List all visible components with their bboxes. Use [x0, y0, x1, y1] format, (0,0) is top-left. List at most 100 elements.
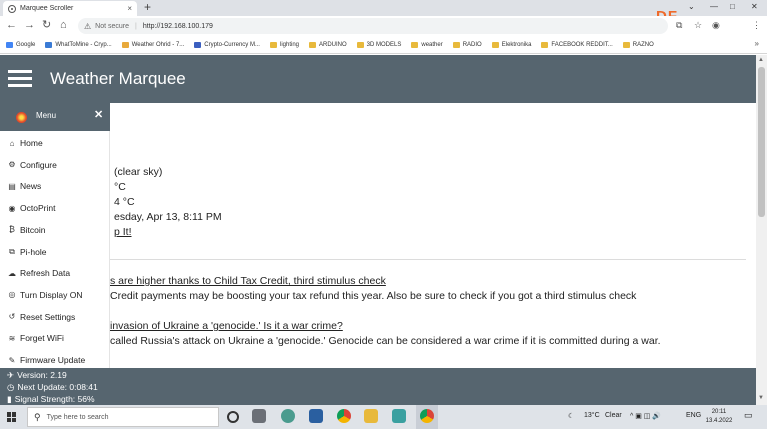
bookmarks-bar: Google WhatToMine - Cryp... Weather Ohrid …	[0, 36, 767, 54]
menu-item-forget-wifi[interactable]: ≋ Forget WiFi	[7, 333, 64, 343]
page-scrollbar[interactable]: ▲ ▼	[756, 55, 767, 405]
tab-search-icon[interactable]: ⌄	[688, 0, 695, 14]
bookmark-label: weather	[421, 41, 443, 48]
page-title: Weather Marquee	[50, 69, 186, 88]
app-icon-1[interactable]	[281, 409, 295, 423]
taskbar-clock[interactable]: 20:11 13.4.2022	[704, 408, 734, 426]
news-headline-2[interactable]: invasion of Ukraine a 'genocide.' Is it …	[110, 320, 343, 332]
taskbar-search-box[interactable]: ⚲ Type here to search	[27, 407, 219, 427]
bookmark-label: lighting	[279, 41, 299, 48]
bookmark-item[interactable]: FACEBOOK REDDIT...	[541, 41, 613, 48]
minimize-button[interactable]: —	[710, 0, 718, 14]
bookmark-item[interactable]: RAZNO	[622, 41, 654, 48]
bookmark-item[interactable]: lighting	[269, 41, 299, 48]
status-footer: ✈ Version: 2.19 ◷ Next Update: 0:08:41 ▮ Si…	[0, 368, 756, 405]
menu-item-firmware-update[interactable]: ✎ Firmware Update	[7, 355, 86, 365]
bookmark-label: RAZNO	[632, 41, 654, 48]
menu-item-turn-display-on[interactable]: ◎ Turn Display ON	[7, 290, 83, 300]
menu-item-pi-hole[interactable]: ⧉ Pi-hole	[7, 247, 46, 257]
bookmark-item[interactable]: RADIO	[452, 41, 482, 48]
system-tray-icons[interactable]: ^ ▣ ◫ 🔊	[630, 412, 661, 420]
cortana-icon[interactable]	[227, 411, 239, 423]
bookmark-item[interactable]: Google	[6, 41, 35, 48]
moon-weather-icon[interactable]: ☾	[568, 412, 574, 420]
menu-item-news[interactable]: ▤ News	[7, 181, 41, 191]
folder-icon	[269, 41, 277, 48]
menu-label: Menu	[36, 111, 57, 120]
bookmark-item[interactable]: 3D MODELS	[356, 41, 402, 48]
chrome-icon[interactable]	[337, 409, 351, 423]
folder-icon	[452, 41, 460, 48]
news-headline-1[interactable]: s are higher thanks to Child Tax Credit,…	[110, 275, 386, 287]
clock-time: 20:11	[711, 409, 727, 415]
menu-item-label: Firmware Update	[20, 355, 86, 365]
new-tab-button[interactable]: +	[144, 0, 151, 15]
menu-item-home[interactable]: ⌂ Home	[7, 138, 43, 148]
extensions-icon[interactable]: ⧉	[676, 20, 682, 31]
menu-item-octoprint[interactable]: ◉ OctoPrint	[7, 203, 56, 213]
close-menu-icon[interactable]: ✕	[94, 108, 103, 121]
bookmark-item[interactable]: Elektronika	[491, 41, 531, 48]
app-icon-2[interactable]	[309, 409, 323, 423]
reload-button[interactable]: ↻	[42, 19, 51, 32]
scroll-thumb[interactable]	[758, 67, 765, 217]
chrome-active-icon[interactable]	[420, 409, 434, 423]
bookmarks-overflow-icon[interactable]: »	[755, 39, 759, 48]
news-summary-1: Credit payments may be boosting your tax…	[110, 290, 637, 302]
bookmark-item[interactable]: Weather Ohrid - 7...	[121, 41, 184, 48]
notification-icon[interactable]: ▭	[744, 410, 753, 421]
rocket-icon: ✈	[7, 370, 15, 380]
folder-icon	[541, 41, 549, 48]
home-button[interactable]: ⌂	[60, 19, 67, 32]
tab-favicon-icon	[8, 4, 16, 13]
warning-icon[interactable]: ⚠	[84, 22, 91, 31]
app-icon-3[interactable]	[392, 409, 406, 423]
menu-item-label: Home	[20, 138, 43, 148]
menu-item-reset-settings[interactable]: ↺ Reset Settings	[7, 312, 76, 322]
menu-item-configure[interactable]: ⚙ Configure	[7, 160, 56, 170]
tab-title: Marquee Scroller	[20, 5, 74, 12]
hamburger-menu-icon[interactable]	[8, 70, 32, 88]
url-text[interactable]: http://192.168.100.179	[143, 23, 213, 30]
bookmark-label: 3D MODELS	[366, 41, 402, 48]
weather-description: (clear sky)	[114, 166, 163, 178]
windows-taskbar: ⚲ Type here to search ☾ 13°C Clear ^ ▣ ◫…	[0, 405, 767, 429]
windows-start-icon[interactable]	[7, 412, 17, 422]
profile-icon[interactable]: ◉	[712, 20, 720, 31]
back-button[interactable]: ←	[6, 19, 17, 32]
forward-button[interactable]: →	[24, 19, 35, 32]
bookmark-star-icon[interactable]: ☆	[694, 20, 702, 31]
maximize-button[interactable]: □	[730, 0, 735, 14]
security-label[interactable]: Not secure	[95, 23, 129, 30]
file-explorer-icon[interactable]	[364, 409, 378, 423]
scroll-down-icon[interactable]: ▼	[758, 395, 764, 401]
menu-item-label: Turn Display ON	[20, 289, 83, 300]
content-divider	[110, 259, 746, 260]
bookmark-item[interactable]: Crypto-Currency M...	[194, 41, 260, 48]
search-icon: ⚲	[34, 411, 41, 422]
language-indicator[interactable]: ENG	[686, 412, 701, 419]
bookmark-item[interactable]: weather	[411, 41, 443, 48]
bookmark-item[interactable]: ARDUINO	[309, 41, 347, 48]
bitcoin-icon: ₿	[9, 225, 15, 235]
pi-hole-icon: ⧉	[9, 246, 15, 256]
address-bar[interactable]: ⚠ Not secure | http://192.168.100.179	[78, 18, 668, 34]
signal-line: ▮ Signal Strength: 56%	[7, 394, 95, 405]
version-line: ✈ Version: 2.19	[7, 370, 67, 381]
bookmark-label: WhatToMine - Cryp...	[55, 41, 112, 48]
scroll-up-icon[interactable]: ▲	[758, 57, 764, 63]
menu-item-bitcoin[interactable]: ₿ Bitcoin	[7, 225, 45, 235]
map-it-link[interactable]: p It!	[114, 226, 132, 238]
taskbar-weather-desc[interactable]: Clear	[605, 412, 622, 419]
task-view-icon[interactable]	[252, 409, 266, 423]
bookmark-label: Crypto-Currency M...	[204, 41, 260, 48]
version-text: Version: 2.19	[17, 370, 67, 380]
tab-close-icon[interactable]: ×	[127, 4, 132, 13]
next-update-text: Next Update: 0:08:41	[17, 382, 98, 392]
browser-menu-icon[interactable]: ⋮	[752, 20, 761, 31]
menu-item-refresh-data[interactable]: ☁ Refresh Data	[7, 268, 70, 278]
taskbar-weather-temp[interactable]: 13°C	[584, 412, 600, 419]
browser-tab[interactable]: Marquee Scroller ×	[3, 1, 137, 16]
bookmark-item[interactable]: WhatToMine - Cryp...	[45, 41, 112, 48]
close-window-button[interactable]: ✕	[751, 0, 758, 14]
